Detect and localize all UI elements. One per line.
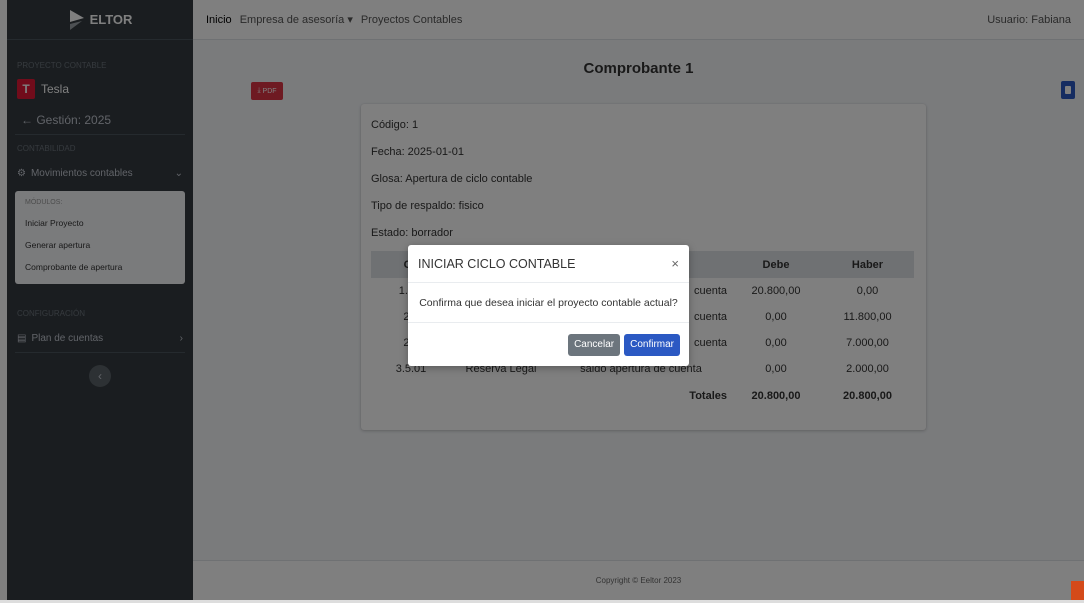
confirm-button[interactable]: Confirmar <box>624 333 680 356</box>
modal-title: INICIAR CICLO CONTABLE <box>418 256 576 271</box>
modal-footer: Cancelar Confirmar <box>408 323 689 366</box>
modal-header: INICIAR CICLO CONTABLE × <box>408 245 689 283</box>
cancel-button[interactable]: Cancelar <box>568 333 621 356</box>
modal-body: Confirma que desea iniciar el proyecto c… <box>408 283 689 323</box>
close-icon[interactable]: × <box>671 256 679 271</box>
confirm-modal: INICIAR CICLO CONTABLE × Confirma que de… <box>408 245 689 366</box>
